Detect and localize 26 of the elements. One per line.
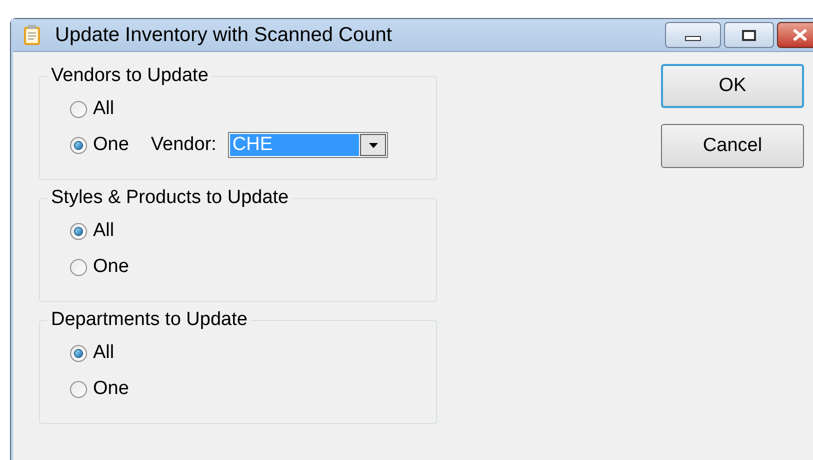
dropdown-button[interactable] [360, 134, 386, 156]
radio-label: One [93, 132, 129, 157]
dialog-button[interactable]: Cancel [661, 124, 804, 168]
minimize-button[interactable] [665, 22, 721, 48]
group-title: Departments to Update [47, 310, 252, 330]
group-title: Vendors to Update [47, 66, 212, 86]
radio-button[interactable] [70, 344, 87, 362]
radio-label: One [93, 376, 129, 401]
dialog-button[interactable]: OK [661, 64, 804, 108]
radio-label: One [93, 254, 129, 279]
maximize-button[interactable] [724, 22, 774, 48]
clipboard-icon [23, 24, 41, 46]
caret-icon [368, 142, 378, 148]
vendor-value: CHE [230, 134, 360, 156]
close-icon [792, 28, 808, 42]
vendor-label: Vendor: [150, 132, 216, 157]
radio-label: All [93, 96, 114, 121]
radio-button[interactable] [70, 222, 87, 240]
radio-button[interactable] [70, 136, 87, 154]
radio-button[interactable] [70, 100, 87, 118]
radio-label: All [93, 218, 114, 243]
radio-button[interactable] [70, 258, 87, 276]
radio-button[interactable] [70, 380, 87, 398]
window-title: Update Inventory with Scanned Count [55, 23, 392, 48]
group-title: Styles & Products to Update [47, 188, 293, 208]
radio-label: All [93, 340, 114, 365]
